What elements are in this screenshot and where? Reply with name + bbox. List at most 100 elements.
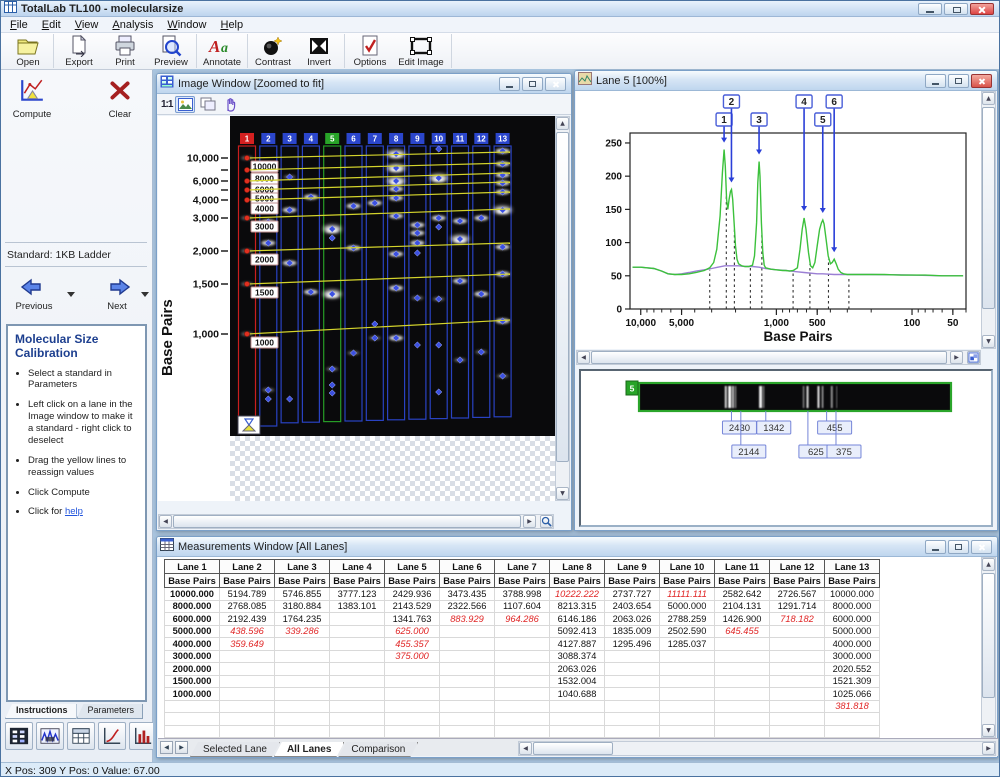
table-cell[interactable] xyxy=(385,675,440,688)
table-cell[interactable]: 2192.439 xyxy=(220,613,275,626)
image-view-tool[interactable] xyxy=(175,96,195,113)
table-cell[interactable] xyxy=(440,675,495,688)
measurements-vertical-scrollbar[interactable]: ▲ ▼ xyxy=(981,557,996,738)
table-cell[interactable]: 883.929 xyxy=(440,613,495,626)
tab-all-lanes[interactable]: All Lanes xyxy=(274,742,344,757)
next-button[interactable]: Next xyxy=(96,278,138,312)
table-cell[interactable]: 1025.066 xyxy=(825,688,880,701)
table-cell[interactable]: 339.286 xyxy=(275,625,330,638)
marker-tool-icon[interactable] xyxy=(238,416,260,434)
table-cell[interactable]: 2104.131 xyxy=(715,600,770,613)
edit-image-button[interactable]: Edit Image xyxy=(393,34,449,68)
table-cell[interactable]: 3000.000 xyxy=(825,650,880,663)
table-cell[interactable] xyxy=(770,700,825,713)
column-header[interactable]: Lane 1 xyxy=(165,560,220,574)
gel-image[interactable]: 1234567891011121310000800060005000400030… xyxy=(158,116,557,438)
table-cell[interactable]: 2429.936 xyxy=(385,588,440,601)
table-cell[interactable]: 6000.000 xyxy=(825,613,880,626)
table-cell[interactable]: 1285.037 xyxy=(660,638,715,651)
table-cell[interactable]: 2000.000 xyxy=(165,663,220,676)
open-button[interactable]: Open xyxy=(5,34,51,68)
table-cell[interactable] xyxy=(385,688,440,701)
image-window-minimize-button[interactable] xyxy=(499,77,520,91)
zoom-1to1-button[interactable]: 1:1 xyxy=(161,99,172,110)
table-cell[interactable]: 8000.000 xyxy=(165,600,220,613)
image-horizontal-scrollbar[interactable]: ◀ ▶ xyxy=(158,514,554,529)
profile-view-icon[interactable] xyxy=(36,722,64,750)
table-cell[interactable]: 1107.604 xyxy=(495,600,550,613)
table-cell[interactable]: 718.182 xyxy=(770,613,825,626)
table-cell[interactable]: 3788.998 xyxy=(495,588,550,601)
menu-help[interactable]: Help xyxy=(213,18,250,32)
table-cell[interactable]: 2063.026 xyxy=(550,663,605,676)
magnifier-icon[interactable] xyxy=(540,515,553,528)
table-cell[interactable] xyxy=(715,638,770,651)
table-cell[interactable]: 1521.309 xyxy=(825,675,880,688)
table-cell[interactable] xyxy=(660,688,715,701)
table-cell[interactable]: 10000.000 xyxy=(825,588,880,601)
table-cell[interactable] xyxy=(660,663,715,676)
table-cell[interactable]: 1341.763 xyxy=(385,613,440,626)
table-cell[interactable] xyxy=(385,663,440,676)
table-cell[interactable]: 4127.887 xyxy=(550,638,605,651)
table-cell[interactable] xyxy=(605,663,660,676)
table-cell[interactable] xyxy=(495,625,550,638)
table-cell[interactable]: 4000.000 xyxy=(165,638,220,651)
table-cell[interactable] xyxy=(275,650,330,663)
table-cell[interactable] xyxy=(715,663,770,676)
table-cell[interactable] xyxy=(220,700,275,713)
table-cell[interactable] xyxy=(330,688,385,701)
table-cell[interactable] xyxy=(330,700,385,713)
table-cell[interactable]: 11111.111 xyxy=(660,588,715,601)
measurements-table[interactable]: Lane 1Lane 2Lane 3Lane 4Lane 5Lane 6Lane… xyxy=(164,559,880,738)
chart-vertical-scrollbar[interactable]: ▲ ▼ xyxy=(981,91,996,349)
table-cell[interactable] xyxy=(220,688,275,701)
table-cell[interactable] xyxy=(495,650,550,663)
table-cell[interactable]: 1040.688 xyxy=(550,688,605,701)
measurements-close-button[interactable] xyxy=(971,540,992,554)
print-button[interactable]: Print xyxy=(102,34,148,68)
table-cell[interactable] xyxy=(220,650,275,663)
table-cell[interactable] xyxy=(330,613,385,626)
table-cell[interactable]: 645.455 xyxy=(715,625,770,638)
table-cell[interactable] xyxy=(715,675,770,688)
table-cell[interactable]: 5000.000 xyxy=(660,600,715,613)
table-cell[interactable]: 3777.123 xyxy=(330,588,385,601)
column-header[interactable]: Lane 11 xyxy=(715,560,770,574)
table-cell[interactable] xyxy=(495,700,550,713)
table-cell[interactable]: 5000.000 xyxy=(165,625,220,638)
table-cell[interactable]: 455.357 xyxy=(385,638,440,651)
clear-button[interactable]: Clear xyxy=(97,78,143,120)
table-cell[interactable] xyxy=(165,700,220,713)
table-cell[interactable] xyxy=(440,638,495,651)
help-link[interactable]: help xyxy=(65,506,83,517)
table-cell[interactable]: 1426.900 xyxy=(715,613,770,626)
table-cell[interactable]: 5000.000 xyxy=(825,625,880,638)
table-cell[interactable]: 2063.026 xyxy=(605,613,660,626)
table-cell[interactable]: 10000.000 xyxy=(165,588,220,601)
compute-button[interactable]: Compute xyxy=(9,78,55,120)
tab-instructions[interactable]: Instructions xyxy=(5,704,77,719)
table-cell[interactable] xyxy=(770,650,825,663)
table-cell[interactable] xyxy=(715,688,770,701)
table-cell[interactable]: 2502.590 xyxy=(660,625,715,638)
table-cell[interactable]: 964.286 xyxy=(495,613,550,626)
table-cell[interactable] xyxy=(440,625,495,638)
column-header[interactable]: Lane 3 xyxy=(275,560,330,574)
table-cell[interactable]: 381.818 xyxy=(825,700,880,713)
export-button[interactable]: Export xyxy=(56,34,102,68)
table-cell[interactable]: 2726.567 xyxy=(770,588,825,601)
table-cell[interactable]: 1500.000 xyxy=(165,675,220,688)
table-cell[interactable]: 359.649 xyxy=(220,638,275,651)
menu-edit[interactable]: Edit xyxy=(35,18,68,32)
table-cell[interactable]: 1000.000 xyxy=(165,688,220,701)
image-window-titlebar[interactable]: Image Window [Zoomed to fit] xyxy=(157,74,571,94)
measurements-minimize-button[interactable] xyxy=(925,540,946,554)
lane-window-minimize-button[interactable] xyxy=(925,74,946,88)
table-cell[interactable]: 2768.085 xyxy=(220,600,275,613)
table-cell[interactable]: 3180.884 xyxy=(275,600,330,613)
table-cell[interactable]: 1764.235 xyxy=(275,613,330,626)
gel-image-view-icon[interactable] xyxy=(5,722,33,750)
table-cell[interactable] xyxy=(495,663,550,676)
table-cell[interactable]: 1291.714 xyxy=(770,600,825,613)
